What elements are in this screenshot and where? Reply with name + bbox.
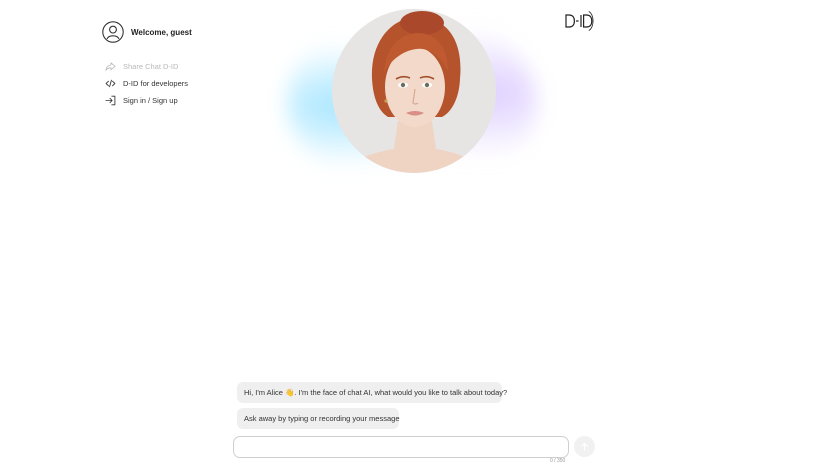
sidebar-nav: Share Chat D-ID D-ID for developers Sign… bbox=[105, 58, 188, 109]
share-icon bbox=[105, 62, 116, 71]
d-id-logo[interactable] bbox=[563, 9, 597, 33]
sidebar-item-sign-in[interactable]: Sign in / Sign up bbox=[105, 92, 188, 109]
user-avatar-icon[interactable] bbox=[102, 21, 124, 43]
avatar-video bbox=[332, 9, 496, 173]
welcome-text: Welcome, guest bbox=[131, 27, 192, 37]
sidebar-item-label: D-ID for developers bbox=[123, 79, 189, 88]
sidebar-item-developers[interactable]: D-ID for developers bbox=[105, 75, 188, 92]
sign-in-icon bbox=[105, 95, 116, 106]
code-icon bbox=[105, 79, 116, 88]
chat-input-wrapper bbox=[233, 436, 569, 458]
welcome-block: Welcome, guest bbox=[102, 21, 192, 43]
chat-message-hint: Ask away by typing or recording your mes… bbox=[237, 408, 400, 429]
sidebar-item-label: Sign in / Sign up bbox=[123, 96, 178, 105]
character-counter: 0 / 350 bbox=[550, 458, 566, 464]
send-arrow-icon bbox=[581, 442, 588, 451]
chat-message-greeting: Hi, I'm Alice 👋. I'm the face of chat AI… bbox=[237, 382, 507, 403]
sidebar-item-label: Share Chat D-ID bbox=[123, 62, 179, 71]
sidebar-item-share[interactable]: Share Chat D-ID bbox=[105, 58, 188, 75]
send-button[interactable] bbox=[574, 436, 595, 457]
chat-input[interactable] bbox=[234, 437, 568, 458]
avatar-face-image bbox=[332, 9, 496, 173]
